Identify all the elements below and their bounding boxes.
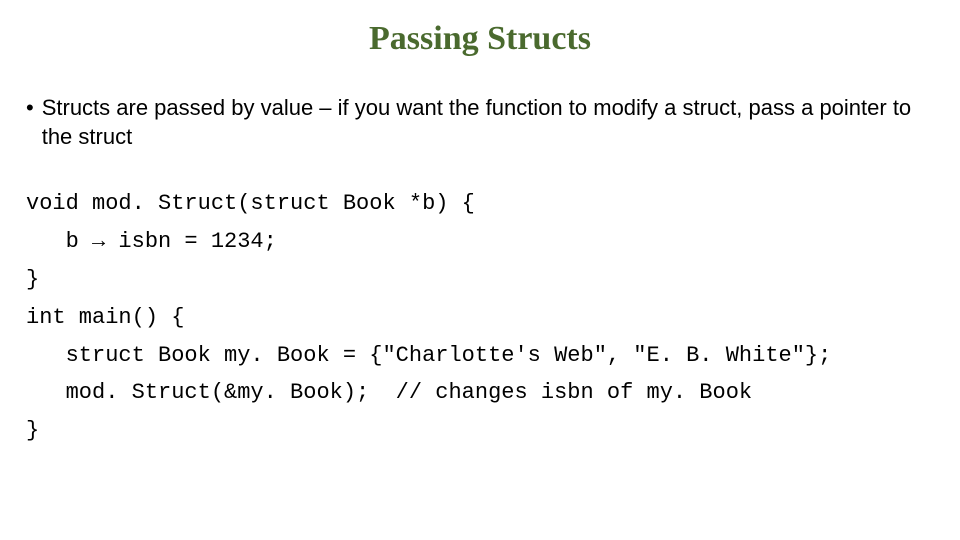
code-line: } <box>26 267 39 292</box>
code-line: b → isbn = 1234; <box>26 229 277 254</box>
code-block: void mod. Struct(struct Book *b) { b → i… <box>20 185 940 450</box>
bullet-list: • Structs are passed by value – if you w… <box>20 94 940 151</box>
code-line: int main() { <box>26 305 184 330</box>
bullet-text: Structs are passed by value – if you wan… <box>42 94 930 151</box>
code-line: mod. Struct(&my. Book); // changes isbn … <box>26 380 752 405</box>
code-line: void mod. Struct(struct Book *b) { <box>26 191 475 216</box>
slide: Passing Structs • Structs are passed by … <box>0 0 960 540</box>
code-line: } <box>26 418 39 443</box>
code-line: struct Book my. Book = {"Charlotte's Web… <box>26 343 831 368</box>
bullet-item: • Structs are passed by value – if you w… <box>26 94 930 151</box>
bullet-marker: • <box>26 94 34 123</box>
slide-title: Passing Structs <box>20 20 940 58</box>
